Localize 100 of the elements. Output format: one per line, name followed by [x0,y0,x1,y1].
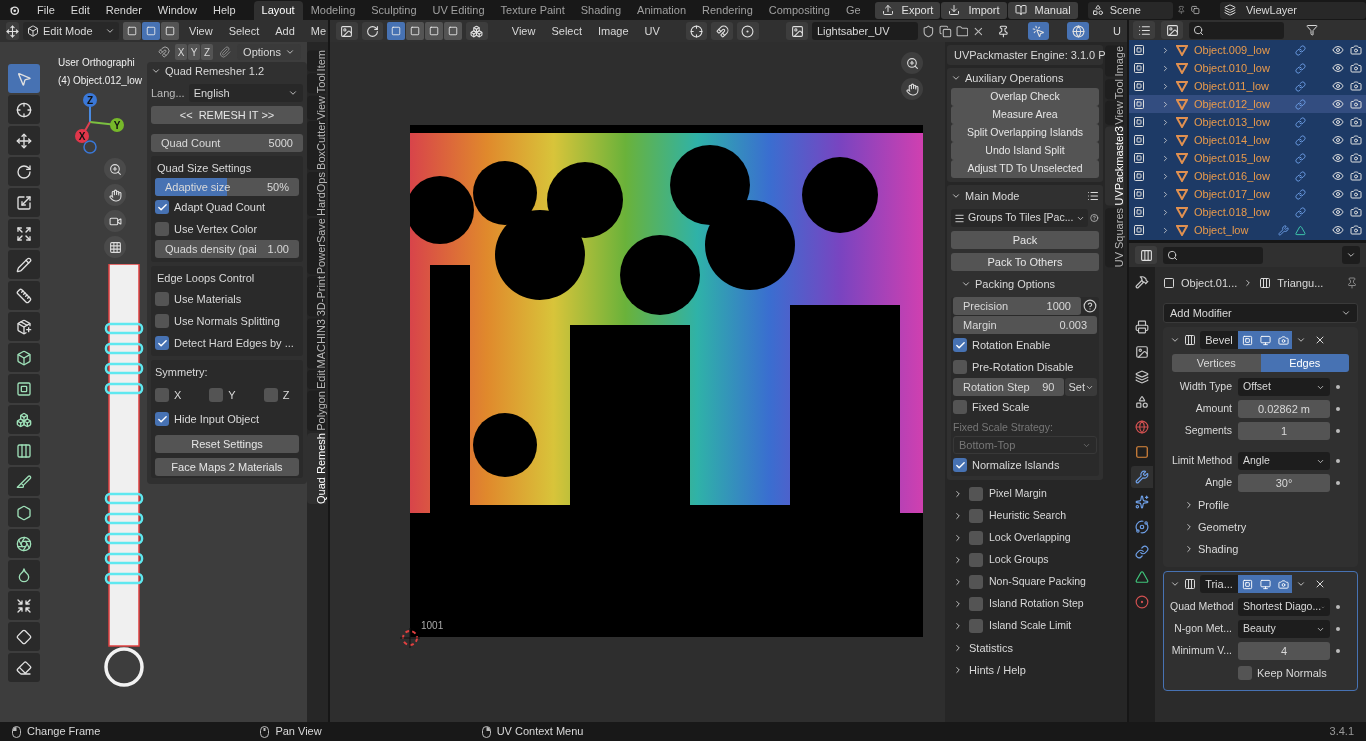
panel-title[interactable]: Hints / Help [969,661,1026,679]
segment-button[interactable]: Edges [1260,354,1349,372]
modifier-name-field[interactable]: Bevel [1200,331,1238,349]
mode-dropdown[interactable]: Groups To Tiles [Pac... [951,209,1089,227]
mode-dropdown[interactable]: Edit Mode [23,22,119,40]
subpanel-title[interactable]: Lock Groups [989,552,1049,568]
subpanel-title[interactable]: Island Scale Limit [989,618,1072,634]
menu-item[interactable]: Window [149,1,205,19]
axis-toggle[interactable]: X [175,44,188,60]
button[interactable]: Reset Settings [155,435,299,453]
workspace-tab[interactable]: Shading [572,1,630,20]
sidebar-tab[interactable]: Item [307,50,326,72]
sidebar-tab[interactable]: Edit [307,370,326,390]
number-field[interactable]: Precision 1000 [953,297,1081,315]
dropdown-field[interactable]: Shortest Diago... [1238,598,1330,616]
outliner-row[interactable]: Object.012_low [1129,95,1366,113]
outliner-row[interactable]: Object.013_low [1129,113,1366,131]
number-field[interactable]: Rotation Step 90 [953,378,1065,396]
sidebar-tab[interactable]: Image [1105,46,1124,77]
workspace-tab[interactable]: Layout [253,1,303,20]
image-name-field[interactable]: Lightsaber_UV [811,22,919,40]
button[interactable]: Undo Island Split [951,142,1099,160]
sidebar-tab[interactable]: MACHIN3 [307,318,326,369]
workspace-tab[interactable]: Ge [837,1,869,20]
button[interactable]: Measure Area [951,106,1099,124]
subpanel-title[interactable]: Lock Overlapping [989,530,1071,546]
add-modifier-dropdown[interactable]: Add Modifier [1163,303,1358,323]
breadcrumb-item[interactable]: Triangu... [1277,274,1324,292]
panel-title[interactable]: Statistics [969,639,1013,657]
outliner-row[interactable]: Object.010_low [1129,59,1366,77]
axis-toggle[interactable]: Y [188,44,201,60]
sidebar-tab[interactable]: View [307,95,326,120]
outliner-row[interactable]: Object.014_low [1129,131,1366,149]
breadcrumb-item[interactable]: Object.01... [1181,274,1238,292]
subpanel-title[interactable]: Island Rotation Step [989,596,1084,612]
outliner-row[interactable]: Object_low [1129,221,1366,239]
panel-header[interactable]: UVPackmaster Engine: 3.1.0 P [947,45,1103,65]
number-field[interactable]: 30° [1238,474,1330,492]
sidebar-tab[interactable]: View [1105,100,1124,125]
workspace-tab[interactable]: Rendering [694,1,761,20]
panel-title[interactable]: Packing Options [975,275,1056,293]
menu-item[interactable]: View [183,22,219,40]
axis-gizmo-drawing[interactable]: Z X Y [73,92,133,154]
language-dropdown[interactable]: English [188,84,303,102]
workspace-tab[interactable]: Modeling [302,1,364,20]
segment-button[interactable]: Vertices [1172,354,1261,372]
sidebar-tab[interactable]: HardOps [307,172,326,217]
number-field[interactable]: 4 [1238,642,1330,660]
menu-item[interactable]: UV [636,22,668,40]
sidebar-tab[interactable]: BoxCutter [307,121,326,171]
menu-item[interactable]: Add [269,22,301,40]
button[interactable]: Adjust TD To Unselected [951,160,1099,178]
workspace-tab[interactable]: Compositing [760,1,838,20]
set-dropdown[interactable]: Set [1065,378,1097,396]
subpanel-title[interactable]: Non-Square Packing [989,574,1086,590]
scene-selector[interactable]: Scene [1087,1,1173,19]
panel-title[interactable]: Auxiliary Operations [965,69,1064,87]
menu-item[interactable]: Select [222,22,266,40]
subpanel-title[interactable]: Geometry [1198,518,1247,536]
menu-item[interactable]: Image [590,22,637,40]
panel-title[interactable]: Quad Remesher 1.2 [165,62,265,80]
outliner-row[interactable]: Object.017_low [1129,185,1366,203]
toolbar-button[interactable]: Export [874,1,941,19]
outliner-row[interactable]: Object.018_low [1129,203,1366,221]
menu-item[interactable]: Render [97,1,150,19]
view-layer-selector[interactable]: ViewLayer [1219,1,1366,19]
menu-item[interactable]: View [503,22,544,40]
dropdown-field[interactable]: Angle [1238,452,1330,470]
button[interactable]: Overlap Check [951,88,1099,106]
options-dropdown[interactable]: Options [237,44,301,60]
workspace-tab[interactable]: Sculpting [363,1,425,20]
outliner-row[interactable]: Object.015_low [1129,149,1366,167]
button[interactable]: Pack To Others [951,253,1099,271]
menu-item[interactable]: Me [304,22,328,40]
dropdown-field[interactable]: Offset [1238,378,1330,396]
sidebar-tab[interactable]: UVPackmaster3 [1105,126,1124,206]
workspace-tab[interactable]: Texture Paint [492,1,573,20]
button[interactable]: Pack [951,231,1099,249]
menu-item[interactable]: Edit [62,1,98,19]
workspace-tab[interactable]: UV Editing [424,1,493,20]
subpanel-title[interactable]: Profile [1198,496,1230,514]
sidebar-tab[interactable]: Tool [1105,78,1124,99]
panel-title[interactable]: Main Mode [965,187,1083,205]
menu-item[interactable]: File [29,1,63,19]
modifier-name-field[interactable]: Tria... [1200,575,1238,593]
number-field[interactable]: Margin 0.003 [953,316,1097,334]
subpanel-title[interactable]: Shading [1198,540,1239,558]
sidebar-tab[interactable]: UV Squares [1105,207,1124,268]
subpanel-title[interactable]: Pixel Margin [989,486,1047,502]
outliner-row[interactable]: Object.016_low [1129,167,1366,185]
subpanel-title[interactable]: Heuristic Search [989,508,1067,524]
axis-toggle[interactable]: Z [201,44,214,60]
button[interactable]: Face Maps 2 Materials [155,458,299,476]
menu-item[interactable]: Help [204,1,244,19]
number-field[interactable]: Quads density (pai 1.00 [155,240,299,258]
sidebar-tab[interactable]: Tool [307,73,326,94]
toolbar-button[interactable]: Manual [1007,1,1078,19]
number-field[interactable]: Quad Count 5000 [151,134,303,152]
number-field[interactable]: 1 [1238,422,1330,440]
remesh-button[interactable]: << REMESH IT >> [151,106,303,124]
